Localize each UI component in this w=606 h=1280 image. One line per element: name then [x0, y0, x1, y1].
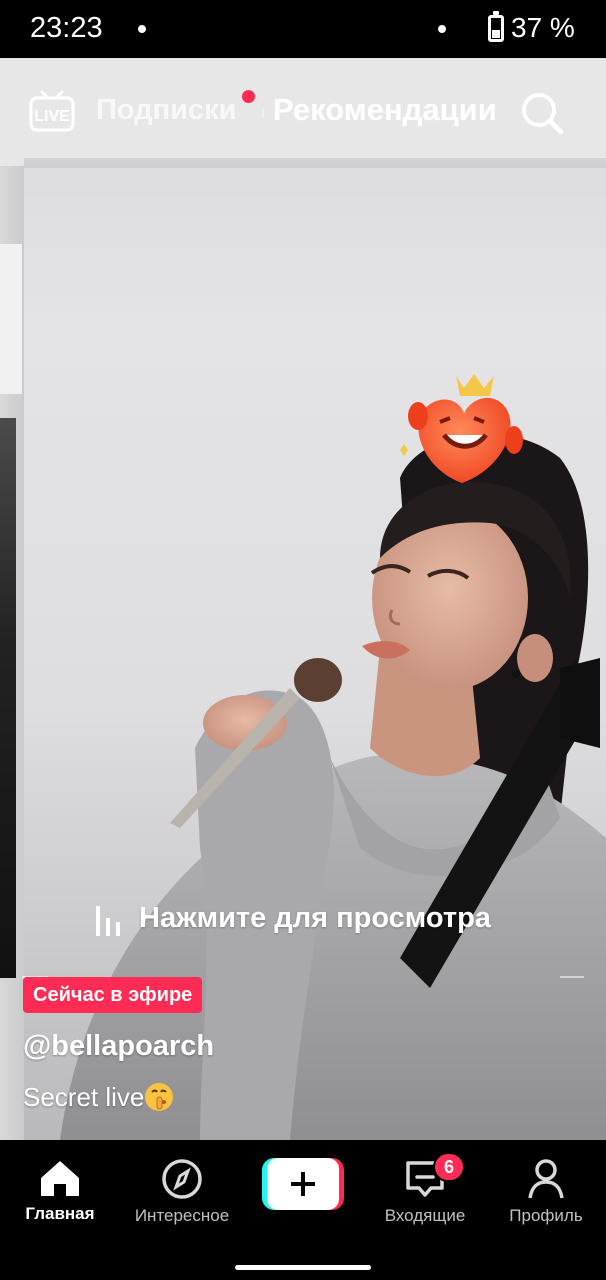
shushing-face-icon	[145, 1083, 174, 1111]
profile-icon	[528, 1159, 564, 1199]
search-icon[interactable]	[519, 90, 565, 136]
nav-inbox[interactable]: Входящие	[365, 1158, 485, 1226]
live-tv-icon[interactable]: LIVE	[28, 88, 76, 136]
nav-profile-label: Профиль	[509, 1206, 583, 1225]
create-button[interactable]	[262, 1158, 344, 1210]
creator-username[interactable]: @bellapoarch	[23, 1030, 214, 1063]
home-icon	[41, 1161, 79, 1196]
nav-profile[interactable]: Профиль	[486, 1158, 606, 1226]
tab-following[interactable]: Подписки	[96, 94, 236, 127]
nav-home-label: Главная	[25, 1204, 95, 1223]
compass-icon	[162, 1159, 202, 1199]
nav-discover[interactable]: Интересное	[122, 1158, 242, 1226]
tab-for-you[interactable]: Рекомендации	[273, 92, 497, 128]
caption-text: Secret live	[23, 1082, 145, 1112]
video-caption: Secret live	[23, 1082, 174, 1113]
battery-percent: 37 %	[511, 12, 575, 43]
notification-dot-icon	[242, 90, 255, 103]
tab-divider	[262, 108, 264, 118]
svg-text:LIVE: LIVE	[34, 108, 70, 125]
notification-dot-icon	[438, 25, 446, 33]
inbox-count-badge: 6	[433, 1152, 465, 1182]
status-bar: 23:23 37 %	[0, 0, 606, 58]
nav-home[interactable]: Главная	[0, 1158, 120, 1224]
top-navigation: LIVE Подписки Рекомендации	[0, 58, 606, 168]
notification-dot-icon	[138, 25, 146, 33]
gesture-home-indicator[interactable]	[235, 1265, 371, 1270]
live-now-badge[interactable]: Сейчас в эфире	[23, 977, 203, 1013]
nav-inbox-label: Входящие	[384, 1206, 466, 1225]
audio-bars-icon	[96, 906, 120, 936]
battery-icon	[488, 11, 504, 42]
nav-discover-label: Интересное	[134, 1206, 230, 1225]
tap-to-watch-button[interactable]: Нажмите для просмотра	[139, 902, 491, 935]
status-time: 23:23	[30, 12, 103, 44]
bottom-navigation: Главная Интересное Входящие 6 Профиль	[0, 1140, 606, 1280]
plus-create-icon	[267, 1158, 339, 1210]
